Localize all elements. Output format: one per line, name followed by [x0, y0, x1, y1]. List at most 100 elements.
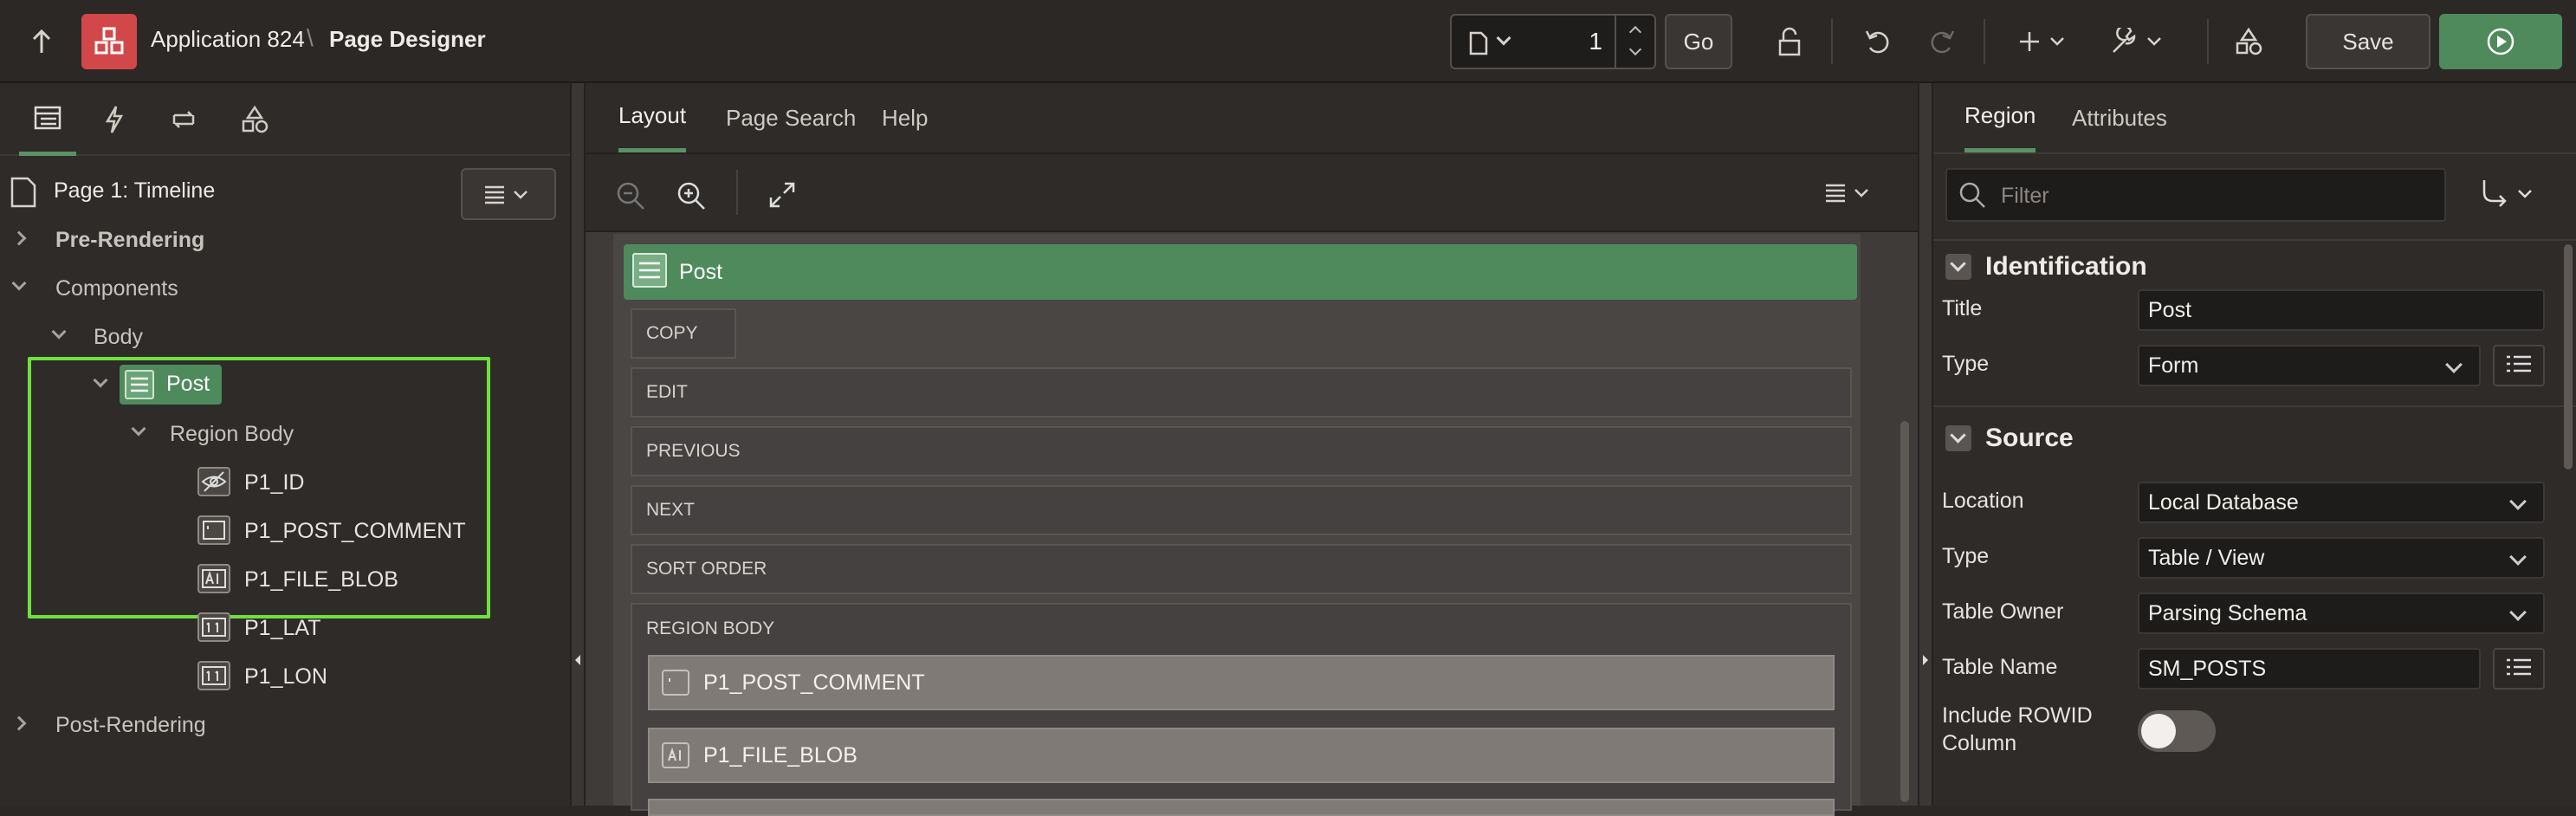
page-stepper[interactable] [1615, 16, 1654, 68]
tree-node-components[interactable]: Components [0, 264, 433, 313]
include-rowid-label-line2: Column [1942, 731, 2017, 755]
chevron-right-icon[interactable] [11, 230, 27, 246]
chevron-down-icon[interactable] [51, 324, 67, 340]
dynamic-actions-tab[interactable] [97, 102, 132, 137]
tree-node-post-rendering[interactable]: Post-Rendering [0, 701, 433, 749]
tab-region[interactable]: Region [1964, 83, 2036, 152]
play-icon [2487, 28, 2515, 55]
page-number-input[interactable]: 1 [1589, 28, 1602, 55]
position-sort-order[interactable]: SORT ORDER [631, 544, 1852, 594]
tree-node-item[interactable]: P1_ID [0, 458, 433, 507]
breadcrumb-separator: \ [307, 24, 314, 51]
undo-icon[interactable] [1861, 24, 1895, 59]
save-button[interactable]: Save [2306, 14, 2430, 69]
page-selector[interactable]: 1 [1450, 14, 1656, 69]
layout-item[interactable] [648, 799, 1835, 816]
page-node-title[interactable]: Page 1: Timeline [54, 178, 215, 204]
table-owner-select[interactable]: Parsing Schema [2138, 593, 2545, 634]
list-of-values-button[interactable] [2493, 648, 2545, 690]
tree-node-item[interactable]: P1_LAT [0, 604, 433, 652]
region-selected[interactable]: Post [120, 365, 222, 405]
type-select[interactable]: Form [2138, 345, 2481, 386]
tab-page-search[interactable]: Page Search [726, 83, 856, 152]
position-next[interactable]: NEXT [631, 485, 1852, 535]
left-splitter[interactable] [570, 83, 586, 806]
list-of-values-button[interactable] [2493, 345, 2545, 386]
tree-menu-button[interactable] [461, 168, 556, 220]
app-name[interactable]: Application 824 [151, 26, 305, 53]
menu-lines-icon [1826, 184, 1868, 203]
section-title: Source [1985, 424, 2074, 452]
tree-node-label: Pre-Rendering [55, 227, 205, 252]
property-editor: Region Attributes Filter Identification … [1933, 83, 2576, 806]
chevron-up-icon[interactable] [1628, 25, 1642, 39]
number-item-icon [197, 612, 230, 642]
rendering-tree-tab[interactable] [19, 83, 76, 156]
list-icon [2507, 658, 2531, 676]
source-type-select[interactable]: Table / View [2138, 537, 2545, 579]
up-arrow-icon[interactable] [24, 24, 59, 59]
section-identification[interactable]: Identification [1945, 243, 2147, 291]
tree-node-body[interactable]: Body [0, 313, 433, 361]
page-title: Page Designer [329, 26, 486, 52]
location-select[interactable]: Local Database [2138, 482, 2545, 523]
tree-node-post-region[interactable]: Post [0, 361, 433, 410]
tree-node-pre-rendering[interactable]: Pre-Rendering [0, 216, 433, 264]
position-previous[interactable]: PREVIOUS [631, 426, 1852, 476]
properties-scrollbar[interactable] [2564, 244, 2573, 470]
tree-node-item[interactable]: P1_FILE_BLOB [0, 555, 433, 604]
chevron-down-icon[interactable] [93, 372, 108, 388]
zoom-out-icon[interactable] [615, 180, 646, 216]
properties-scroll: Identification Title Post Type Form Sour… [1933, 239, 2576, 806]
layout-menu-button[interactable] [1824, 180, 1876, 210]
processing-icon [172, 111, 195, 128]
shared-components-icon[interactable] [2231, 24, 2266, 59]
utilities-wrench-icon[interactable] [2110, 24, 2165, 59]
filter-input[interactable]: Filter [1945, 168, 2446, 222]
chevron-down-icon[interactable] [11, 275, 27, 291]
item-label: P1_FILE_BLOB [703, 742, 858, 767]
chevron-down-icon[interactable] [131, 421, 146, 437]
go-to-group-button[interactable] [2479, 177, 2540, 216]
section-source[interactable]: Source [1945, 414, 2074, 463]
redo-icon[interactable] [1925, 24, 1959, 59]
position-copy[interactable]: COPY [631, 308, 736, 359]
shapes-icon [242, 105, 269, 133]
menu-lines-icon [485, 185, 527, 204]
right-splitter[interactable] [1918, 83, 1933, 806]
source-type-label: Type [1942, 544, 1990, 568]
page-shared-components-tab[interactable] [237, 102, 272, 137]
create-menu-icon[interactable] [2018, 24, 2070, 59]
run-page-button[interactable] [2439, 14, 2562, 69]
application-icon[interactable] [81, 14, 137, 69]
region-header-post[interactable]: Post [624, 244, 1857, 300]
toolbar-divider [1984, 19, 1985, 64]
position-edit[interactable]: EDIT [631, 367, 1852, 418]
include-rowid-toggle[interactable] [2138, 710, 2216, 752]
collapse-icon[interactable] [1945, 425, 1971, 451]
layout-item[interactable]: P1_FILE_BLOB [648, 728, 1835, 783]
tree-node-label: Components [55, 275, 178, 301]
layout-item[interactable]: P1_POST_COMMENT [648, 655, 1835, 710]
table-name-field[interactable]: SM_POSTS [2138, 648, 2481, 690]
processing-tab[interactable] [166, 102, 201, 137]
chevron-down-icon[interactable] [1628, 42, 1642, 56]
collapse-icon[interactable] [1945, 254, 1971, 280]
tab-attributes[interactable]: Attributes [2072, 83, 2167, 152]
zoom-in-icon[interactable] [676, 180, 707, 216]
tree-node-item[interactable]: P1_POST_COMMENT [0, 507, 466, 555]
chevron-right-icon[interactable] [11, 716, 27, 731]
go-button[interactable]: Go [1665, 14, 1732, 69]
position-region-body[interactable]: REGION BODY P1_POST_COMMENT P1_FILE_BLOB [631, 603, 1852, 816]
title-field[interactable]: Post [2138, 289, 2545, 331]
tree-node-item[interactable]: P1_LON [0, 652, 433, 701]
include-rowid-label-line1: Include ROWID [1942, 703, 2093, 728]
tab-help[interactable]: Help [882, 83, 928, 152]
tree-node-region-body[interactable]: Region Body [0, 410, 433, 458]
canvas-scrollbar[interactable] [1900, 421, 1909, 802]
tab-layout[interactable]: Layout [618, 83, 687, 152]
expand-icon[interactable] [767, 180, 797, 214]
toggle-knob [2141, 714, 2176, 748]
textarea-item-icon [197, 515, 230, 545]
unlock-icon[interactable] [1772, 24, 1807, 59]
